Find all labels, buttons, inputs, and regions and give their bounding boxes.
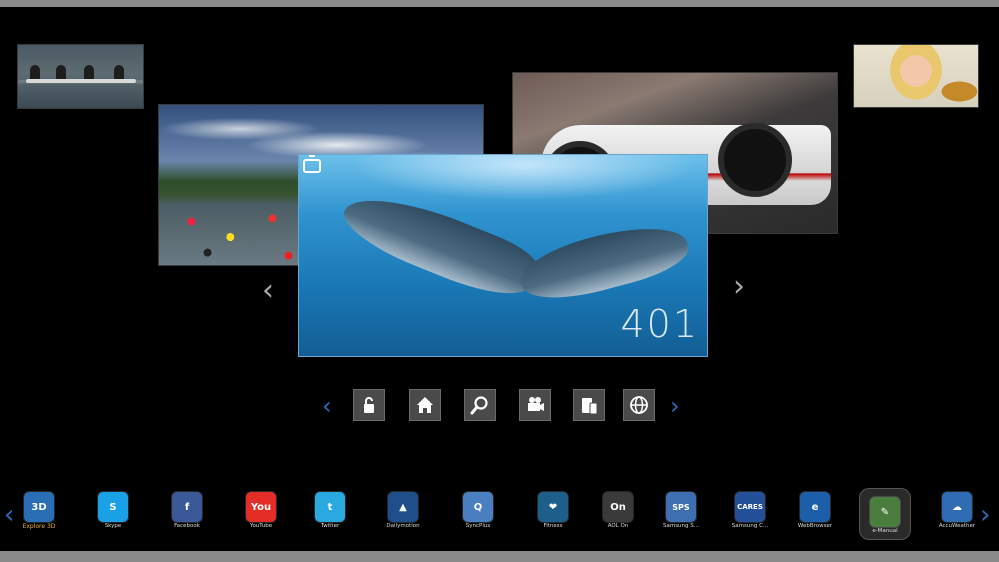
channel-number: 401 bbox=[620, 302, 699, 346]
app-twitter[interactable]: t Twitter bbox=[300, 492, 360, 529]
app-label: YouTube bbox=[249, 523, 273, 529]
app-samsung-c[interactable]: CARES Samsung C... bbox=[720, 492, 780, 529]
search-button[interactable] bbox=[464, 389, 496, 421]
globe-icon bbox=[630, 396, 648, 414]
skype-icon: S bbox=[98, 492, 128, 522]
app-youtube[interactable]: You YouTube bbox=[231, 492, 291, 529]
app-label: Facebook bbox=[174, 523, 200, 529]
app-label: Explore 3D bbox=[22, 523, 56, 530]
app-label: Samsung S... bbox=[662, 523, 700, 529]
carousel-prev-arrow[interactable]: ‹ bbox=[262, 276, 274, 306]
facebook-icon: f bbox=[172, 492, 202, 522]
whale-shape bbox=[335, 179, 543, 309]
mobile-devices-icon bbox=[582, 398, 598, 415]
explore-3d-icon: 3D bbox=[24, 492, 54, 522]
samsung-cares-icon: CARES bbox=[735, 492, 765, 522]
boat-shape bbox=[26, 79, 136, 83]
toolbar-next-arrow[interactable]: › bbox=[670, 392, 680, 420]
app-dailymotion[interactable]: ▲ Dailymotion bbox=[373, 492, 433, 529]
app-e-manual[interactable]: ✎ e-Manual bbox=[859, 488, 911, 540]
lock-button[interactable] bbox=[353, 389, 385, 421]
whale-shape bbox=[514, 213, 694, 311]
app-label: Samsung C... bbox=[731, 523, 769, 529]
app-label: e-Manual bbox=[872, 528, 898, 534]
dailymotion-icon: ▲ bbox=[388, 492, 418, 522]
aol-on-icon: On bbox=[603, 492, 633, 522]
app-label: Twitter bbox=[320, 523, 340, 529]
app-skype[interactable]: S Skype bbox=[83, 492, 143, 529]
fitness-icon: ❤ bbox=[538, 492, 568, 522]
accuweather-icon: ☁ bbox=[942, 492, 972, 522]
app-dock: ‹ 3D Explore 3D S Skype f Facebook You Y… bbox=[0, 486, 999, 541]
app-samsung-s[interactable]: SPS Samsung S... bbox=[651, 492, 711, 529]
app-accuweather[interactable]: ☁ AccuWeather bbox=[927, 492, 987, 529]
thumbnail-girl[interactable] bbox=[853, 44, 979, 108]
app-label: AOL On bbox=[607, 523, 629, 529]
app-label: Fitness bbox=[543, 523, 563, 529]
top-bar bbox=[0, 0, 999, 7]
featured-channel-preview[interactable]: 401 bbox=[298, 154, 708, 357]
toolbar-prev-arrow[interactable]: ‹ bbox=[322, 392, 332, 420]
app-explore-3d[interactable]: 3D Explore 3D bbox=[9, 492, 69, 530]
home-icon bbox=[417, 397, 433, 413]
twitter-icon: t bbox=[315, 492, 345, 522]
tv-icon bbox=[303, 159, 321, 173]
web-browser-icon: e bbox=[800, 492, 830, 522]
carousel-next-arrow[interactable]: › bbox=[733, 272, 745, 302]
video-camera-icon bbox=[528, 397, 544, 411]
app-label: Skype bbox=[104, 523, 122, 529]
youtube-icon: You bbox=[246, 492, 276, 522]
app-syncplus[interactable]: Q SyncPlus bbox=[448, 492, 508, 529]
app-fitness[interactable]: ❤ Fitness bbox=[523, 492, 583, 529]
lock-icon bbox=[364, 397, 374, 413]
thumbnail-rowing[interactable] bbox=[17, 44, 144, 109]
app-webbrowser[interactable]: e WebBrowser bbox=[785, 492, 845, 529]
search-icon bbox=[470, 396, 488, 415]
home-button[interactable] bbox=[409, 389, 441, 421]
syncplus-icon: Q bbox=[463, 492, 493, 522]
web-button[interactable] bbox=[623, 389, 655, 421]
bottom-bar bbox=[0, 551, 999, 562]
app-label: AccuWeather bbox=[938, 523, 976, 529]
dock-next-arrow[interactable]: › bbox=[980, 500, 990, 530]
samsung-sps-icon: SPS bbox=[666, 492, 696, 522]
app-facebook[interactable]: f Facebook bbox=[157, 492, 217, 529]
app-label: Dailymotion bbox=[386, 523, 420, 529]
devices-button[interactable] bbox=[573, 389, 605, 421]
race-car-wheel bbox=[718, 123, 792, 197]
app-label: WebBrowser bbox=[797, 523, 833, 529]
app-aol-on[interactable]: On AOL On bbox=[588, 492, 648, 529]
video-button[interactable] bbox=[519, 389, 551, 421]
e-manual-icon: ✎ bbox=[870, 497, 900, 527]
app-label: SyncPlus bbox=[465, 523, 491, 529]
